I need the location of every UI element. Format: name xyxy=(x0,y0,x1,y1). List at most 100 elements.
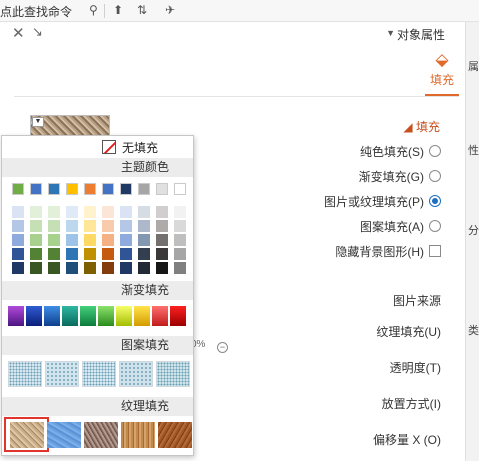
gradient-swatch[interactable] xyxy=(134,306,150,326)
theme-color-swatch[interactable] xyxy=(102,183,114,195)
theme-shade-swatch[interactable] xyxy=(48,206,60,218)
side-tab-char[interactable]: 分 xyxy=(468,222,479,238)
theme-shade-swatch[interactable] xyxy=(120,248,132,260)
theme-color-swatch[interactable] xyxy=(66,183,78,195)
chevron-down-icon[interactable]: ▼ xyxy=(386,28,395,38)
theme-shade-swatch[interactable] xyxy=(66,234,78,246)
theme-color-swatch[interactable] xyxy=(120,183,132,195)
theme-shade-swatch[interactable] xyxy=(138,262,150,274)
theme-color-swatch[interactable] xyxy=(138,183,150,195)
theme-color-swatch[interactable] xyxy=(30,183,42,195)
fill-section-header[interactable]: ◢ 填充 xyxy=(403,118,440,135)
theme-shade-swatch[interactable] xyxy=(120,206,132,218)
gradient-swatch[interactable] xyxy=(98,306,114,326)
search-icon[interactable]: ⚲ xyxy=(89,3,98,17)
gradient-swatch[interactable] xyxy=(62,306,78,326)
pattern-swatch[interactable] xyxy=(119,361,153,387)
radio-pattern-fill[interactable] xyxy=(429,220,441,232)
theme-shade-swatch[interactable] xyxy=(102,220,114,232)
theme-shade-swatch[interactable] xyxy=(48,220,60,232)
option-hide-background[interactable]: 隐藏背景图形(H) xyxy=(335,243,441,259)
theme-shade-swatch[interactable] xyxy=(156,248,168,260)
cloud-sync-icon[interactable]: ⇅ xyxy=(137,3,147,17)
theme-shade-swatch[interactable] xyxy=(156,220,168,232)
texture-swatch-wood-grain[interactable] xyxy=(121,422,155,448)
theme-shade-swatch[interactable] xyxy=(66,248,78,260)
theme-shade-swatch[interactable] xyxy=(84,220,96,232)
theme-color-swatch[interactable] xyxy=(174,183,186,195)
share-icon[interactable]: ⬆ xyxy=(113,3,123,17)
checkbox-hide-background[interactable] xyxy=(429,245,441,257)
theme-shade-swatch[interactable] xyxy=(138,248,150,260)
theme-shade-swatch[interactable] xyxy=(138,234,150,246)
theme-shade-swatch[interactable] xyxy=(48,234,60,246)
theme-shade-swatch[interactable] xyxy=(102,206,114,218)
theme-shade-swatch[interactable] xyxy=(156,206,168,218)
theme-color-swatch[interactable] xyxy=(84,183,96,195)
gradient-swatch[interactable] xyxy=(80,306,96,326)
option-gradient-fill[interactable]: 渐变填充(G) xyxy=(359,168,441,184)
theme-shade-swatch[interactable] xyxy=(48,248,60,260)
radio-solid-fill[interactable] xyxy=(429,145,441,157)
pattern-swatch[interactable] xyxy=(45,361,79,387)
theme-shade-swatch[interactable] xyxy=(12,220,24,232)
theme-shade-swatch[interactable] xyxy=(12,262,24,274)
radio-gradient-fill[interactable] xyxy=(429,170,441,182)
texture-swatch-blue-tissue[interactable] xyxy=(47,422,81,448)
theme-shade-swatch[interactable] xyxy=(66,262,78,274)
close-icon[interactable]: ✕ xyxy=(12,24,25,42)
option-solid-fill[interactable]: 纯色填充(S) xyxy=(360,143,441,159)
theme-shade-swatch[interactable] xyxy=(102,234,114,246)
theme-shade-swatch[interactable] xyxy=(12,248,24,260)
gradient-swatch[interactable] xyxy=(44,306,60,326)
gradient-swatch[interactable] xyxy=(152,306,168,326)
tab-fill[interactable]: ⬙ 填充 xyxy=(425,50,459,90)
gradient-swatch[interactable] xyxy=(8,306,24,326)
option-picture-texture-fill[interactable]: 图片或纹理填充(P) xyxy=(324,193,441,209)
theme-shade-swatch[interactable] xyxy=(120,262,132,274)
theme-color-swatch[interactable] xyxy=(156,183,168,195)
collapse-icon[interactable]: ↘ xyxy=(32,24,43,40)
theme-shade-swatch[interactable] xyxy=(138,206,150,218)
theme-shade-swatch[interactable] xyxy=(156,234,168,246)
theme-shade-swatch[interactable] xyxy=(102,248,114,260)
no-fill-option[interactable]: 无填充 xyxy=(102,139,158,155)
side-tab-char[interactable]: 性 xyxy=(468,142,479,158)
gradient-swatch[interactable] xyxy=(116,306,132,326)
panel-title[interactable]: 对象属性 xyxy=(397,26,445,43)
theme-shade-swatch[interactable] xyxy=(138,220,150,232)
theme-shade-swatch[interactable] xyxy=(174,234,186,246)
theme-shade-swatch[interactable] xyxy=(174,220,186,232)
theme-shade-swatch[interactable] xyxy=(174,262,186,274)
theme-shade-swatch[interactable] xyxy=(12,206,24,218)
gradient-swatch[interactable] xyxy=(170,306,186,326)
theme-shade-swatch[interactable] xyxy=(84,206,96,218)
theme-shade-swatch[interactable] xyxy=(120,234,132,246)
theme-shade-swatch[interactable] xyxy=(66,206,78,218)
transparency-slider-handle[interactable]: − xyxy=(217,342,228,353)
pattern-swatch[interactable] xyxy=(82,361,116,387)
gradient-swatch[interactable] xyxy=(26,306,42,326)
theme-shade-swatch[interactable] xyxy=(30,262,42,274)
texture-swatch-brown-marble[interactable] xyxy=(158,422,192,448)
theme-shade-swatch[interactable] xyxy=(66,220,78,232)
pattern-swatch[interactable] xyxy=(8,361,42,387)
theme-shade-swatch[interactable] xyxy=(102,262,114,274)
theme-shade-swatch[interactable] xyxy=(30,220,42,232)
theme-shade-swatch[interactable] xyxy=(174,206,186,218)
dropdown-arrow-icon[interactable]: ▼ xyxy=(32,117,44,127)
theme-shade-swatch[interactable] xyxy=(48,262,60,274)
theme-color-swatch[interactable] xyxy=(48,183,60,195)
radio-picture-texture-fill[interactable] xyxy=(429,195,441,207)
pattern-swatch[interactable] xyxy=(156,361,190,387)
theme-shade-swatch[interactable] xyxy=(174,248,186,260)
texture-swatch-sand[interactable] xyxy=(10,422,44,448)
theme-color-swatch[interactable] xyxy=(12,183,24,195)
option-pattern-fill[interactable]: 图案填充(A) xyxy=(360,218,441,234)
pin-icon[interactable]: ✈ xyxy=(165,3,175,17)
side-tab-char[interactable]: 属 xyxy=(468,58,479,74)
texture-swatch-granite[interactable] xyxy=(84,422,118,448)
theme-shade-swatch[interactable] xyxy=(84,262,96,274)
theme-shade-swatch[interactable] xyxy=(30,234,42,246)
theme-shade-swatch[interactable] xyxy=(156,262,168,274)
